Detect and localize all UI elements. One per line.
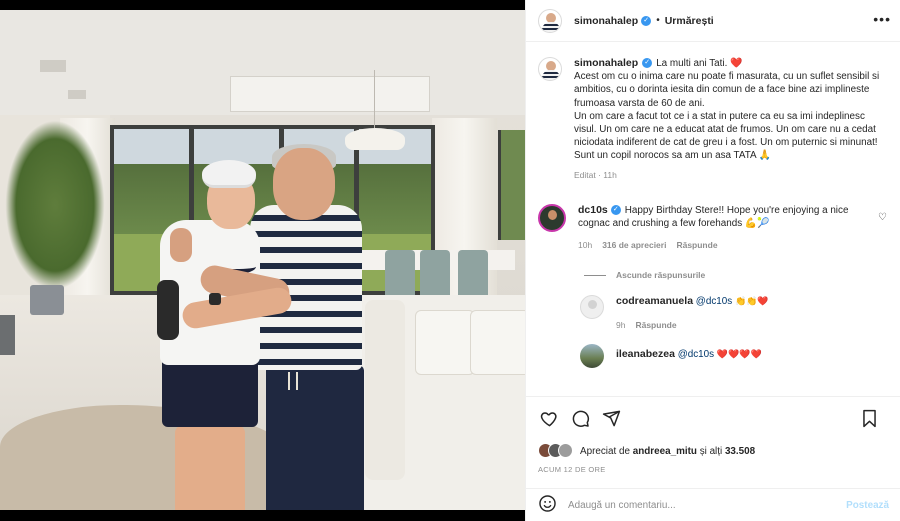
more-icon[interactable]: ••• [873,11,891,27]
share-icon[interactable] [600,407,622,429]
likers-avatars[interactable] [538,443,574,459]
post-actions: Apreciat de andreea_mitu și alți 33.508 … [526,396,900,496]
reply-username[interactable]: codreamanuela [616,295,693,307]
hide-replies-button[interactable]: Ascunde răspunsurile [584,270,889,280]
verified-icon: ✓ [641,15,652,26]
reply-meta: 9h Răspunde [616,319,856,332]
lamp-cord [374,70,375,128]
comments-scroll-area[interactable]: simonahalep ✓ La multi ani Tati. ❤️ Acest … [526,43,900,395]
caption-line: Sunt un copil norocos sa am un asa TATA … [574,150,772,162]
likes-suffix: și alți [699,445,723,457]
window [498,130,525,240]
sofa-arm [365,300,405,480]
reply-emoji: 👏👏❤️ [734,297,769,308]
plant [5,120,105,290]
bookmark-icon[interactable] [858,407,880,429]
reply-body: ileanabezea @dc10s ❤️❤️❤️❤️ [616,344,856,368]
reply-avatar[interactable] [580,295,604,320]
reply-avatar[interactable] [580,343,604,368]
emoji-icon[interactable] [538,494,557,516]
verified-icon: ✓ [642,58,653,69]
woman-shorts [162,355,258,427]
pendant-lamp [345,128,405,150]
caption-avatar[interactable] [538,57,562,81]
caption-line: Acest om cu o inima care nu poate fi mas… [574,71,880,109]
likes-user[interactable]: andreea_mitu [633,446,697,457]
heart-icon[interactable] [538,407,560,429]
post-button[interactable]: Postează [846,500,889,511]
ceiling-recess [230,76,430,112]
comment-likes[interactable]: 316 de aprecieri [602,239,666,252]
post-side-panel: simonahalep ✓ • Urmărești ••• simonahale… [525,0,900,521]
reply-reply-button[interactable]: Răspunde [635,319,676,332]
comment-icon[interactable] [569,407,591,429]
comment-composer: Postează [526,488,900,521]
caption-meta: Editat · 11h [574,169,617,180]
caption-line: La multi ani Tati. ❤️ [656,58,743,69]
hide-replies-label: Ascunde răspunsurile [616,270,706,281]
liker-avatar [558,443,573,458]
comment-body: dc10s ✓ Happy Birthday Stere!! Hope you're… [578,204,868,253]
likes-summary: Apreciat de andreea_mitu și alți 33.508 [538,443,889,459]
verified-icon: ✓ [610,205,621,216]
man-head [273,148,335,220]
post-photo[interactable] [0,10,525,510]
caption-line: Un om care a facut tot ce i a stat in pu… [574,110,878,149]
avatar-face [548,209,557,220]
watch [209,293,221,305]
comment-meta: 10h 316 de aprecieri Răspunde [578,239,868,252]
avatar-body [542,70,560,80]
post-timestamp[interactable]: ACUM 12 DE ORE [538,465,889,474]
reply-time[interactable]: 9h [616,319,625,332]
bottom-letterbox [0,510,525,521]
reply-body: codreamanuela @dc10s 👏👏❤️ 9h Răspunde [616,295,856,331]
reply-mention[interactable]: @dc10s [678,349,714,360]
post-viewer: simonahalep ✓ • Urmărești ••• simonahale… [0,0,900,521]
action-icons [538,407,889,429]
ceiling-vent [40,60,66,72]
caption-body: simonahalep ✓ La multi ani Tati. ❤️ Acest … [574,57,889,182]
plant-pot [0,315,15,355]
woman-legs [175,425,245,510]
following-button[interactable]: Urmărești [665,15,714,27]
post-header: simonahalep ✓ • Urmărești ••• [526,0,900,42]
header-separator: • [656,15,660,26]
commenter-avatar[interactable] [538,203,566,232]
man-hand [170,228,192,262]
comment-heart-icon[interactable]: ♡ [878,212,887,223]
likes-prefix: Apreciat de [580,445,630,457]
author-avatar[interactable] [538,8,562,33]
drawstring [288,372,298,390]
comment-reply-button[interactable]: Răspunde [676,239,717,252]
comment-item: dc10s ✓ Happy Birthday Stere!! Hope you're… [538,203,889,253]
post-caption: simonahalep ✓ La multi ani Tati. ❤️ Acest … [538,57,889,182]
reply-username[interactable]: ileanabezea [616,348,675,360]
reply-item: codreamanuela @dc10s 👏👏❤️ 9h Răspunde ♡ [580,295,889,331]
comment-username[interactable]: dc10s [578,204,608,216]
avatar-face [588,300,597,310]
reply-item: ileanabezea @dc10s ❤️❤️❤️❤️ ♡ [580,343,889,368]
reply-mention[interactable]: @dc10s [696,296,732,307]
reply-emoji: ❤️❤️❤️❤️ [716,349,762,360]
comment-time[interactable]: 10h [578,239,592,252]
woman-cap [202,160,256,188]
author-username[interactable]: simonahalep [574,15,638,27]
ceiling-vent [68,90,86,99]
cushion [470,310,525,375]
man-pants [266,365,364,510]
avatar-body [542,21,560,32]
cushion [415,310,475,375]
comment-input[interactable] [568,499,847,511]
caption-username[interactable]: simonahalep [574,57,638,69]
bag [157,280,179,340]
hide-replies-line [584,274,606,276]
plant-pot [30,285,64,315]
likes-count[interactable]: 33.508 [725,446,755,457]
top-letterbox [0,0,525,10]
